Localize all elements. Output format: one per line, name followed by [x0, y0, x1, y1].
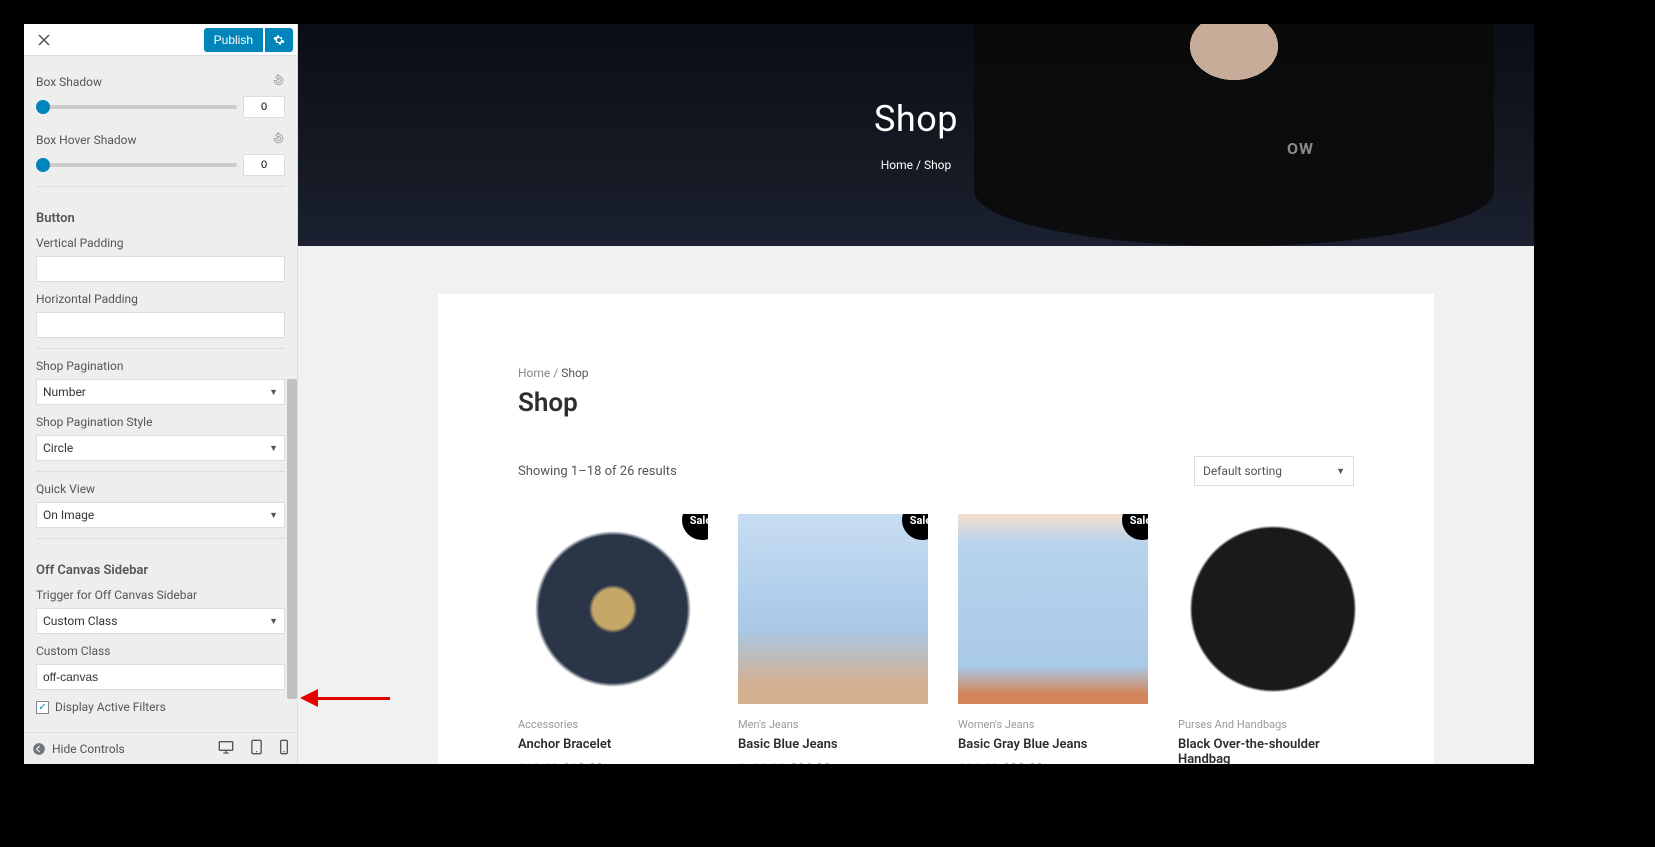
- select-value: Number: [43, 385, 86, 399]
- product-price: £34.00£30.00: [958, 762, 1148, 764]
- product-card[interactable]: Sale! Women's Jeans Basic Gray Blue Jean…: [958, 514, 1148, 764]
- hero-banner: OW Shop Home / Shop: [298, 24, 1534, 246]
- product-image: [1178, 514, 1368, 704]
- shop-pagination-select[interactable]: Number ▼: [36, 379, 285, 405]
- hero-image: [974, 24, 1494, 246]
- product-image: Sale!: [518, 514, 708, 704]
- reset-icon[interactable]: [272, 132, 285, 148]
- shop-pagination-style-label: Shop Pagination Style: [36, 415, 285, 429]
- chevron-down-icon: ▼: [269, 387, 278, 398]
- desktop-icon[interactable]: [218, 739, 234, 759]
- product-price: £12.00£10.00: [518, 762, 708, 764]
- breadcrumb-home-link[interactable]: Home: [518, 366, 550, 380]
- product-name: Anchor Bracelet: [518, 737, 708, 752]
- quick-view-label: Quick View: [36, 482, 285, 496]
- publish-group: Publish: [204, 28, 293, 52]
- product-card[interactable]: Sale! Accessories Anchor Bracelet £12.00…: [518, 514, 708, 764]
- button-section-heading: Button: [36, 211, 285, 226]
- vertical-padding-input[interactable]: [36, 256, 285, 282]
- product-category: Women's Jeans: [958, 718, 1148, 731]
- product-name: Black Over-the-shoulder Handbag: [1178, 737, 1368, 764]
- box-hover-shadow-value[interactable]: [243, 154, 285, 176]
- sidebar-header: Publish: [24, 24, 297, 56]
- mobile-icon[interactable]: [279, 739, 289, 759]
- box-hover-shadow-slider[interactable]: [36, 163, 237, 167]
- trigger-label: Trigger for Off Canvas Sidebar: [36, 588, 285, 602]
- device-preview-toggles: [218, 739, 289, 759]
- box-shadow-label: Box Shadow: [36, 75, 102, 89]
- select-value: On Image: [43, 508, 94, 522]
- page-title: Shop: [874, 98, 958, 140]
- shop-pagination-style-select[interactable]: Circle ▼: [36, 435, 285, 461]
- brand-logo: OW: [1287, 139, 1314, 158]
- display-active-filters-checkbox[interactable]: ✓: [36, 701, 49, 714]
- tablet-icon[interactable]: [250, 739, 263, 759]
- product-card[interactable]: Purses And Handbags Black Over-the-shoul…: [1178, 514, 1368, 764]
- quick-view-select[interactable]: On Image ▼: [36, 502, 285, 528]
- select-value: Circle: [43, 441, 73, 455]
- box-shadow-slider[interactable]: [36, 105, 237, 109]
- box-hover-shadow-label: Box Hover Shadow: [36, 133, 136, 147]
- display-active-filters-label: Display Active Filters: [55, 700, 166, 714]
- vertical-padding-label: Vertical Padding: [36, 236, 285, 250]
- custom-class-input[interactable]: [36, 664, 285, 690]
- gear-icon: [273, 34, 285, 46]
- product-category: Accessories: [518, 718, 708, 731]
- product-image: Sale!: [738, 514, 928, 704]
- shop-content: Home / Shop Shop Showing 1–18 of 26 resu…: [438, 294, 1434, 764]
- trigger-select[interactable]: Custom Class ▼: [36, 608, 285, 634]
- product-category: Men's Jeans: [738, 718, 928, 731]
- product-price: £100.00£86.00: [738, 762, 928, 764]
- product-name: Basic Gray Blue Jeans: [958, 737, 1148, 752]
- off-canvas-heading: Off Canvas Sidebar: [36, 563, 285, 578]
- product-card[interactable]: Sale! Men's Jeans Basic Blue Jeans £100.…: [738, 514, 928, 764]
- shop-heading: Shop: [518, 388, 1354, 418]
- breadcrumb: Home / Shop: [881, 158, 952, 172]
- sort-select[interactable]: Default sorting ▼: [1194, 456, 1354, 486]
- hide-controls-button[interactable]: Hide Controls: [32, 742, 125, 756]
- breadcrumb-current: Shop: [924, 158, 951, 172]
- close-icon: [38, 34, 50, 46]
- box-shadow-value[interactable]: [243, 96, 285, 118]
- preview-pane: OW Shop Home / Shop Home / Shop Shop Sho…: [298, 24, 1534, 764]
- product-image: Sale!: [958, 514, 1148, 704]
- sidebar-footer: Hide Controls: [24, 732, 297, 764]
- chevron-down-icon: ▼: [269, 443, 278, 454]
- select-value: Default sorting: [1203, 464, 1282, 478]
- sale-badge: Sale!: [1122, 514, 1148, 540]
- publish-settings-button[interactable]: [265, 28, 293, 52]
- sale-badge: Sale!: [902, 514, 928, 540]
- breadcrumb-home[interactable]: Home: [881, 158, 913, 172]
- product-name: Basic Blue Jeans: [738, 737, 928, 752]
- sale-badge: Sale!: [682, 514, 708, 540]
- product-category: Purses And Handbags: [1178, 718, 1368, 731]
- sidebar-body: Box Shadow Box Hover Shadow: [24, 56, 297, 732]
- horizontal-padding-input[interactable]: [36, 312, 285, 338]
- breadcrumb-small: Home / Shop: [518, 366, 1354, 380]
- product-grid: Sale! Accessories Anchor Bracelet £12.00…: [518, 514, 1354, 764]
- close-button[interactable]: [28, 26, 60, 54]
- hide-controls-label: Hide Controls: [52, 742, 125, 756]
- reset-icon[interactable]: [272, 74, 285, 90]
- breadcrumb-current: Shop: [561, 366, 588, 380]
- chevron-down-icon: ▼: [269, 616, 278, 627]
- custom-class-label: Custom Class: [36, 644, 285, 658]
- horizontal-padding-label: Horizontal Padding: [36, 292, 285, 306]
- select-value: Custom Class: [43, 614, 117, 628]
- results-count: Showing 1–18 of 26 results: [518, 464, 677, 479]
- chevron-down-icon: ▼: [1336, 466, 1345, 477]
- annotation-arrow: [300, 692, 390, 704]
- customizer-sidebar: Publish Box Shadow Box H: [24, 24, 298, 764]
- chevron-down-icon: ▼: [269, 510, 278, 521]
- collapse-icon: [32, 742, 46, 756]
- scrollbar-thumb[interactable]: [287, 379, 297, 699]
- publish-button[interactable]: Publish: [204, 28, 263, 52]
- shop-pagination-label: Shop Pagination: [36, 359, 285, 373]
